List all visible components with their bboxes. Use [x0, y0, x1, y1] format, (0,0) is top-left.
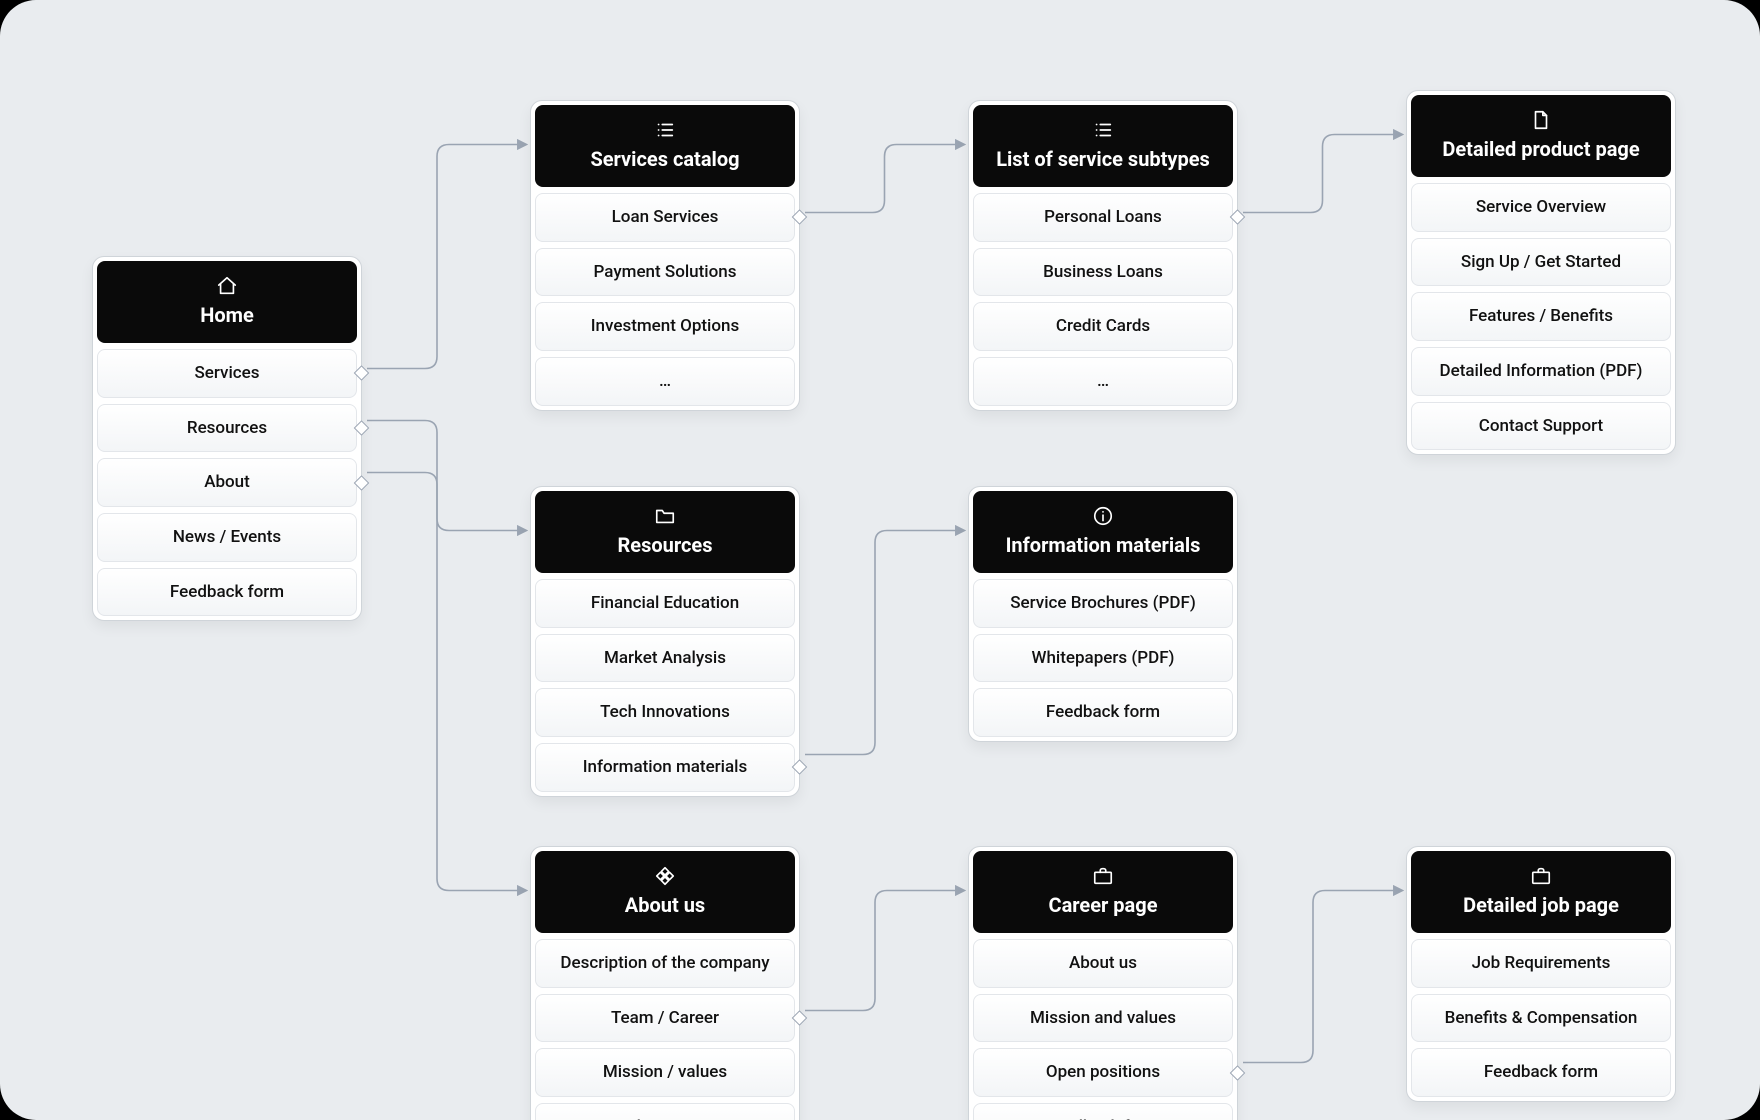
list-icon	[1092, 119, 1114, 141]
card-item[interactable]: Investment Options	[535, 302, 795, 351]
card-item[interactable]: Sign Up / Get Started	[1411, 238, 1671, 287]
card-item[interactable]: Service Brochures (PDF)	[973, 579, 1233, 628]
sitemap-card-subtypes[interactable]: List of service subtypes Personal Loans Bu…	[968, 100, 1238, 411]
file-icon	[1530, 109, 1552, 131]
card-body: Personal Loans Business Loans Credit Cards…	[973, 187, 1233, 406]
info-icon	[1092, 505, 1114, 527]
card-item[interactable]: Detailed Information (PDF)	[1411, 347, 1671, 396]
card-title: Detailed job page	[1419, 893, 1663, 917]
card-item[interactable]: Payment Solutions	[535, 248, 795, 297]
connector-dot-icon	[792, 760, 808, 776]
card-item[interactable]: Open positions	[973, 1048, 1233, 1097]
card-item[interactable]: Mission and values	[973, 994, 1233, 1043]
card-header[interactable]: Detailed job page	[1411, 851, 1671, 933]
list-icon	[654, 119, 676, 141]
card-item[interactable]: Resources	[97, 404, 357, 453]
card-item[interactable]: Feedback form	[973, 1103, 1233, 1120]
card-body: Service Overview Sign Up / Get Started Fea…	[1411, 177, 1671, 450]
sitemap-card-services[interactable]: Services catalog Loan Services Payment Sol…	[530, 100, 800, 411]
card-item[interactable]: Personal Loans	[973, 193, 1233, 242]
connector-dot-icon	[354, 366, 370, 382]
connector-line	[367, 473, 526, 891]
card-title: About us	[543, 893, 787, 917]
sitemap-card-about[interactable]: About us Description of the company Team /…	[530, 846, 800, 1120]
card-item[interactable]: Business Loans	[973, 248, 1233, 297]
card-title: Services catalog	[543, 147, 787, 171]
card-header[interactable]: Detailed product page	[1411, 95, 1671, 177]
connector-dot-icon	[354, 475, 370, 491]
card-item[interactable]: Whitepapers (PDF)	[973, 634, 1233, 683]
card-item[interactable]: Description of the company	[535, 939, 795, 988]
sitemap-card-career[interactable]: Career page About us Mission and values Ope…	[968, 846, 1238, 1120]
connector-dot-icon	[1230, 210, 1246, 226]
card-item[interactable]: About us	[973, 939, 1233, 988]
card-item[interactable]: Loan Services	[535, 193, 795, 242]
card-item[interactable]: Credit Cards	[973, 302, 1233, 351]
card-body: Financial Education Market Analysis Tech I…	[535, 573, 795, 792]
card-title: Career page	[981, 893, 1225, 917]
card-item[interactable]: Mission / values	[535, 1048, 795, 1097]
card-item[interactable]: Advantages	[535, 1103, 795, 1120]
card-item[interactable]: …	[973, 357, 1233, 406]
connector-line	[805, 145, 964, 213]
sitemap-card-job[interactable]: Detailed job page Job Requirements Benefit…	[1406, 846, 1676, 1102]
card-header[interactable]: Home	[97, 261, 357, 343]
card-body: Services Resources About News / Events Feedb…	[97, 343, 357, 616]
card-item[interactable]: Benefits & Compensation	[1411, 994, 1671, 1043]
connector-line	[805, 531, 964, 755]
connector-dot-icon	[1230, 1065, 1246, 1081]
connector-line	[367, 421, 526, 531]
card-body: Service Brochures (PDF) Whitepapers (PDF)…	[973, 573, 1233, 737]
sitemap-card-home[interactable]: Home Services Resources About News / Events F…	[92, 256, 362, 621]
sitemap-canvas: Home Services Resources About News / Events F…	[0, 0, 1760, 1120]
home-icon	[216, 275, 238, 297]
card-header[interactable]: About us	[535, 851, 795, 933]
connector-line	[805, 891, 964, 1011]
connector-dot-icon	[792, 210, 808, 226]
card-header[interactable]: Information materials	[973, 491, 1233, 573]
card-item[interactable]: Feedback form	[97, 568, 357, 617]
connector-line	[1243, 135, 1402, 213]
connector-line	[367, 145, 526, 369]
card-item[interactable]: …	[535, 357, 795, 406]
card-header[interactable]: Resources	[535, 491, 795, 573]
card-body: About us Mission and values Open positions…	[973, 933, 1233, 1120]
sitemap-card-product[interactable]: Detailed product page Service Overview Sig…	[1406, 90, 1676, 455]
card-item[interactable]: Job Requirements	[1411, 939, 1671, 988]
card-item[interactable]: Financial Education	[535, 579, 795, 628]
connector-dot-icon	[792, 1010, 808, 1026]
sitemap-card-info[interactable]: Information materials Service Brochures (…	[968, 486, 1238, 742]
card-item[interactable]: Tech Innovations	[535, 688, 795, 737]
card-item[interactable]: Market Analysis	[535, 634, 795, 683]
card-item[interactable]: Contact Support	[1411, 402, 1671, 451]
card-title: Home	[105, 303, 349, 327]
card-title: List of service subtypes	[981, 147, 1225, 171]
card-body: Loan Services Payment Solutions Investment…	[535, 187, 795, 406]
card-item[interactable]: Feedback form	[973, 688, 1233, 737]
card-item[interactable]: Feedback form	[1411, 1048, 1671, 1097]
card-item[interactable]: Features / Benefits	[1411, 292, 1671, 341]
card-header[interactable]: Services catalog	[535, 105, 795, 187]
card-body: Job Requirements Benefits & Compensation F…	[1411, 933, 1671, 1097]
card-item[interactable]: About	[97, 458, 357, 507]
card-item[interactable]: Information materials	[535, 743, 795, 792]
card-item[interactable]: News / Events	[97, 513, 357, 562]
connector-dot-icon	[354, 420, 370, 436]
briefcase-icon	[1092, 865, 1114, 887]
card-item[interactable]: Service Overview	[1411, 183, 1671, 232]
sitemap-card-resources[interactable]: Resources Financial Education Market Analy…	[530, 486, 800, 797]
grid-icon	[654, 865, 676, 887]
folder-icon	[654, 505, 676, 527]
card-title: Resources	[543, 533, 787, 557]
card-body: Description of the company Team / Career M…	[535, 933, 795, 1120]
card-title: Detailed product page	[1419, 137, 1663, 161]
card-header[interactable]: Career page	[973, 851, 1233, 933]
connector-line	[1243, 891, 1402, 1063]
card-item[interactable]: Team / Career	[535, 994, 795, 1043]
card-item[interactable]: Services	[97, 349, 357, 398]
card-title: Information materials	[981, 533, 1225, 557]
card-header[interactable]: List of service subtypes	[973, 105, 1233, 187]
briefcase-icon	[1530, 865, 1552, 887]
